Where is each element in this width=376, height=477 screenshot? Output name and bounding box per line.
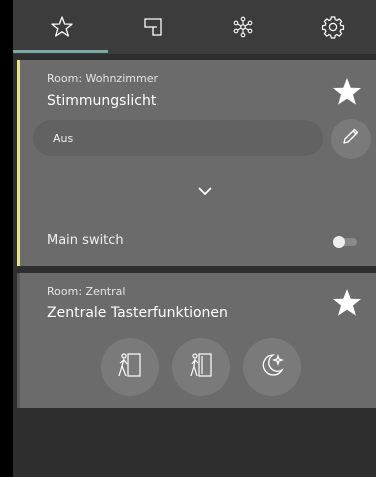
night-mode-icon (257, 350, 287, 384)
app-window: Room: Wohnzimmer Stimmungslicht Aus Main… (13, 0, 376, 477)
card-accent-bar (17, 60, 20, 266)
favorite-card-stimmungslicht: Room: Wohnzimmer Stimmungslicht Aus Main… (17, 60, 376, 266)
night-mode-button[interactable] (243, 338, 301, 396)
come-home-icon (186, 350, 216, 384)
toggle-knob (333, 236, 345, 248)
edit-scene-button[interactable] (331, 119, 371, 159)
top-navigation (13, 0, 376, 54)
main-switch-label: Main switch (47, 233, 124, 248)
favorite-toggle-button[interactable] (330, 288, 364, 322)
come-home-button[interactable] (172, 338, 230, 396)
card-room-label: Room: Zentral (47, 285, 126, 298)
gear-icon (321, 15, 345, 39)
tab-functions[interactable] (198, 0, 288, 54)
tab-settings[interactable] (288, 0, 376, 54)
card-room-label: Room: Wohnzimmer (47, 72, 158, 85)
star-filled-icon (331, 76, 363, 112)
expand-card-button[interactable] (193, 178, 217, 202)
scene-selector[interactable] (33, 120, 323, 156)
scene-selector-value: Aus (53, 132, 74, 145)
leave-home-button[interactable] (101, 338, 159, 396)
active-tab-indicator (13, 50, 108, 53)
main-switch-toggle[interactable] (333, 236, 357, 248)
tab-rooms[interactable] (108, 0, 198, 54)
card-accent-bar (17, 273, 20, 408)
leave-home-icon (115, 350, 145, 384)
network-icon (231, 15, 255, 39)
chevron-down-icon (197, 181, 213, 200)
favorite-card-zentrale-tasterfunktionen: Room: Zentral Zentrale Tasterfunktionen (17, 273, 376, 408)
card-title: Zentrale Tasterfunktionen (47, 305, 228, 321)
star-filled-icon (331, 287, 363, 323)
favorite-toggle-button[interactable] (330, 77, 364, 111)
star-outline-icon (50, 15, 74, 39)
card-title: Stimmungslicht (47, 93, 157, 109)
tab-favorites[interactable] (17, 0, 107, 54)
pencil-icon (341, 127, 361, 151)
floorplan-icon (142, 16, 164, 38)
